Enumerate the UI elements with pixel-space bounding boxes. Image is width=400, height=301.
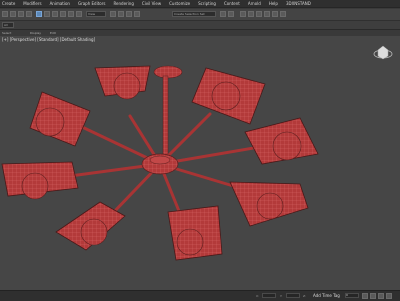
frame-field[interactable]: 0 bbox=[345, 293, 359, 298]
menu-item-customize[interactable]: Customize bbox=[169, 1, 190, 6]
render-icon[interactable] bbox=[280, 11, 286, 17]
material-editor-icon[interactable] bbox=[264, 11, 270, 17]
reference-coord-dropdown[interactable]: View bbox=[86, 11, 106, 17]
menu-item-modifiers[interactable]: Modifiers bbox=[23, 1, 41, 6]
lamp-shade-5[interactable] bbox=[167, 205, 223, 261]
menu-item-create[interactable]: Create bbox=[2, 1, 15, 6]
angle-snap-icon[interactable] bbox=[126, 11, 132, 17]
menu-item-animation[interactable]: Animation bbox=[50, 1, 70, 6]
undo-icon[interactable] bbox=[2, 11, 8, 17]
menu-bar: Create Modifiers Animation Graph Editors Ren… bbox=[0, 0, 400, 8]
menu-item-rendering[interactable]: Rendering bbox=[113, 1, 133, 6]
menu-item-civil-view[interactable]: Civil View bbox=[142, 1, 161, 6]
lamp-shade-8[interactable] bbox=[191, 67, 266, 125]
move-icon[interactable] bbox=[60, 11, 66, 17]
status-bar: X: Y: Z: Add Time Tag 0 bbox=[0, 290, 400, 301]
lamp-shade-6[interactable] bbox=[229, 181, 309, 227]
layer-icon[interactable] bbox=[240, 11, 246, 17]
menu-item-arnold[interactable]: Arnold bbox=[248, 1, 261, 6]
central-hub[interactable] bbox=[141, 153, 179, 175]
curve-editor-icon[interactable] bbox=[248, 11, 254, 17]
render-setup-icon[interactable] bbox=[272, 11, 278, 17]
tab-edit[interactable]: Edit bbox=[50, 31, 56, 35]
key-mode-icon[interactable] bbox=[378, 293, 384, 299]
scale-icon[interactable] bbox=[76, 11, 82, 17]
align-icon[interactable] bbox=[228, 11, 234, 17]
y-label: Y: bbox=[280, 294, 283, 298]
menu-item-graph-editors[interactable]: Graph Editors bbox=[78, 1, 105, 6]
tab-display[interactable]: Display bbox=[30, 31, 41, 35]
snap-icon[interactable] bbox=[118, 11, 124, 17]
next-frame-icon[interactable] bbox=[370, 293, 376, 299]
play-icon[interactable] bbox=[362, 293, 368, 299]
menu-item-content[interactable]: Content bbox=[224, 1, 240, 6]
time-config-icon[interactable] bbox=[386, 293, 392, 299]
viewcube-icon[interactable] bbox=[373, 45, 393, 60]
menu-item-scripting[interactable]: Scripting bbox=[198, 1, 216, 6]
redo-icon[interactable] bbox=[10, 11, 16, 17]
percent-snap-icon[interactable] bbox=[134, 11, 140, 17]
x-coordinate-field[interactable] bbox=[262, 293, 276, 298]
unlink-icon[interactable] bbox=[26, 11, 32, 17]
selection-set-dropdown[interactable]: Create Selection Set bbox=[172, 11, 216, 17]
chandelier-model[interactable] bbox=[0, 36, 400, 290]
select-by-name-icon[interactable] bbox=[44, 11, 50, 17]
x-label: X: bbox=[256, 294, 260, 298]
select-object-icon[interactable] bbox=[36, 11, 42, 17]
tab-select[interactable]: Select bbox=[2, 31, 11, 35]
z-label: Z: bbox=[303, 294, 307, 298]
rotate-icon[interactable] bbox=[68, 11, 74, 17]
secondary-toolbar: All bbox=[0, 21, 400, 30]
main-toolbar: View Create Selection Set bbox=[0, 9, 400, 21]
lamp-shade-2[interactable] bbox=[29, 91, 91, 147]
rect-select-icon[interactable] bbox=[52, 11, 58, 17]
lamp-shade-7[interactable] bbox=[244, 117, 319, 165]
y-coordinate-field[interactable] bbox=[286, 293, 300, 298]
link-icon[interactable] bbox=[18, 11, 24, 17]
lamp-shade-3[interactable] bbox=[1, 161, 79, 200]
menu-item-help[interactable]: Help bbox=[269, 1, 278, 6]
add-time-tag[interactable]: Add Time Tag bbox=[313, 293, 340, 298]
lamp-shade-1[interactable] bbox=[94, 65, 151, 100]
ceiling-plate[interactable] bbox=[153, 65, 183, 165]
mirror-icon[interactable] bbox=[220, 11, 226, 17]
menu-item-3dxnstand[interactable]: 3DXNSTAND bbox=[286, 1, 311, 6]
pivot-icon[interactable] bbox=[110, 11, 116, 17]
filter-dropdown[interactable]: All bbox=[2, 22, 14, 28]
schematic-icon[interactable] bbox=[256, 11, 262, 17]
